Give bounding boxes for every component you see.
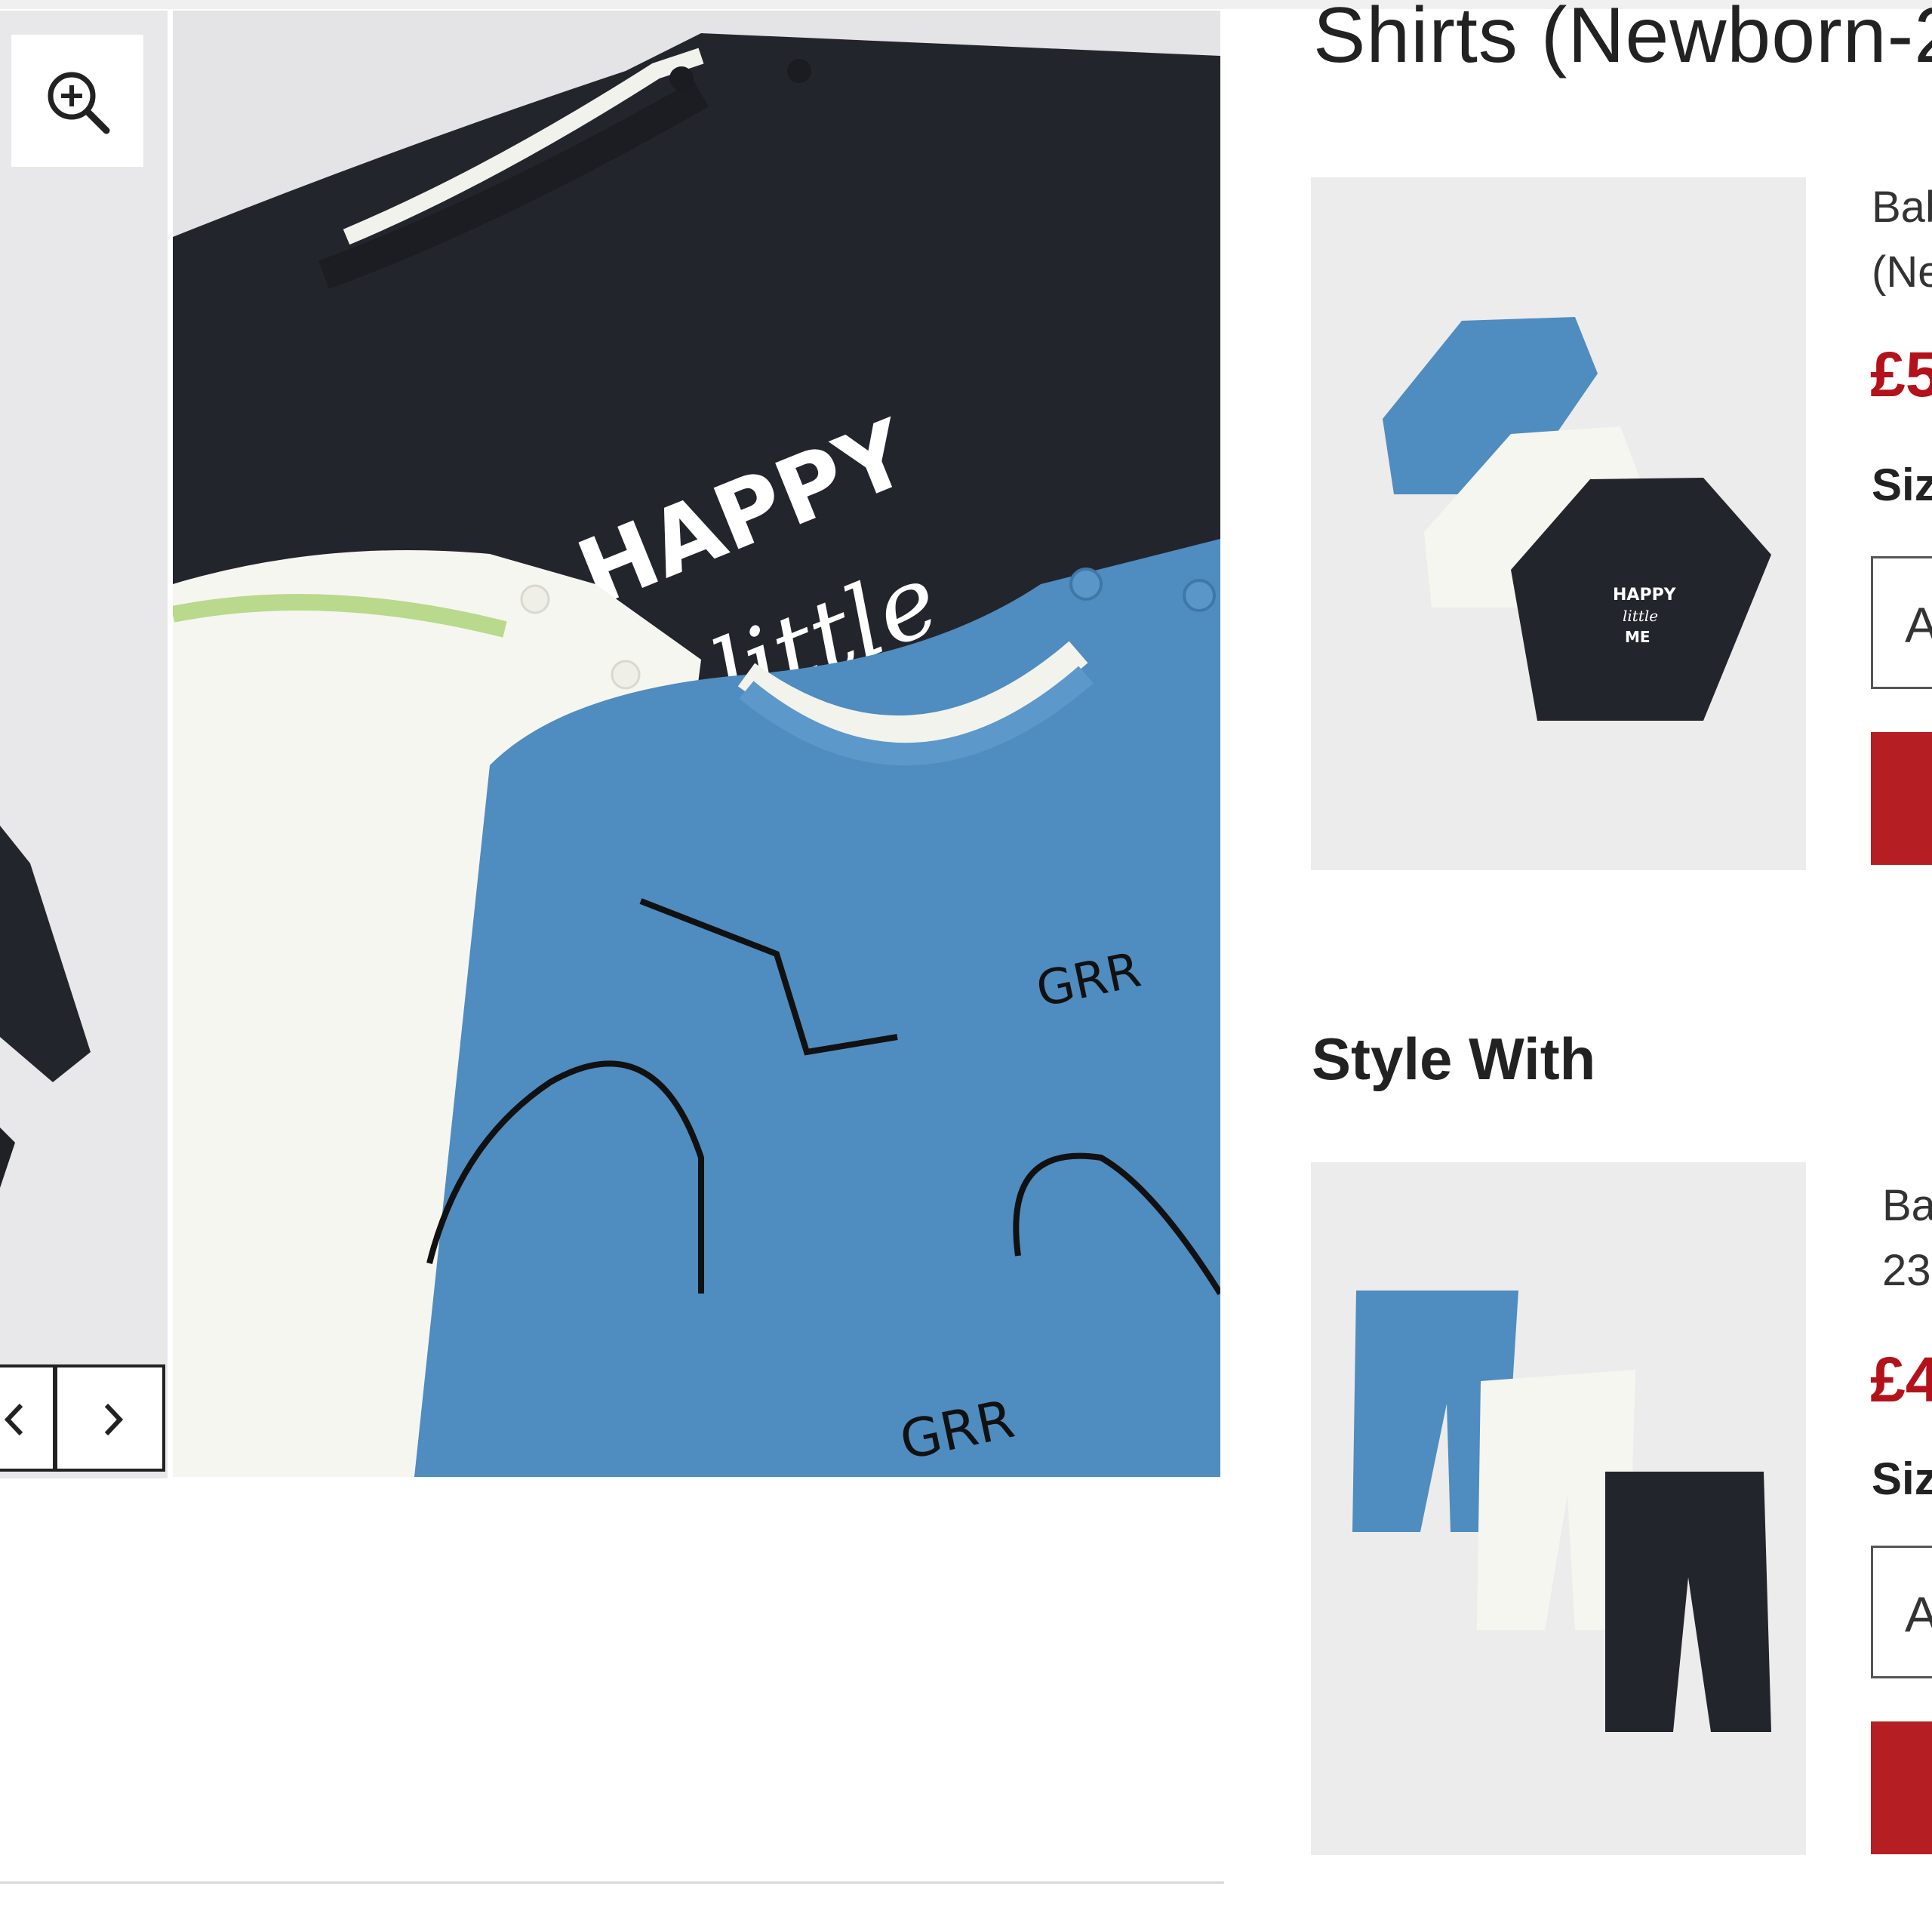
product-print-line1: HAPPY — [1613, 586, 1677, 605]
product-price: £5 — [1870, 339, 1932, 410]
product-card-image[interactable] — [1311, 1162, 1806, 1855]
chevron-left-icon — [4, 1403, 23, 1436]
size-select[interactable]: A — [1871, 556, 1932, 689]
gallery-prev-button[interactable] — [0, 1364, 56, 1472]
size-label: Siz — [1872, 1454, 1932, 1504]
product-name[interactable]: Ba 23 — [1882, 1174, 1932, 1303]
product-card-image[interactable]: HAPPY little ME — [1311, 177, 1806, 870]
add-to-bag-button[interactable] — [1871, 732, 1932, 865]
main-product-image[interactable]: HAPPY little GRR GRR — [173, 11, 1220, 1477]
gallery-next-button[interactable] — [54, 1364, 165, 1472]
product-print-line2: little — [1623, 607, 1658, 625]
thumbnail-strip[interactable] — [0, 11, 168, 1478]
style-with-heading: Style With — [1312, 1026, 1596, 1092]
zoom-in-icon — [48, 72, 110, 134]
product-price: £4 — [1870, 1344, 1932, 1415]
zoom-button[interactable] — [11, 35, 143, 167]
thumbnail-shirt-image — [0, 11, 168, 1478]
product-shirts-image: HAPPY little ME — [1311, 177, 1806, 870]
product-name[interactable]: Bab (Ne — [1872, 175, 1932, 305]
chevron-right-icon — [104, 1403, 124, 1436]
size-select[interactable]: A — [1871, 1546, 1932, 1678]
section-divider — [0, 1881, 1224, 1884]
add-to-bag-button[interactable] — [1871, 1721, 1932, 1854]
product-trousers-image — [1311, 1162, 1806, 1855]
size-label: Siz — [1872, 460, 1932, 510]
product-print-line3: ME — [1625, 628, 1651, 646]
page-title: Shirts (Newborn-2 — [1313, 0, 1932, 79]
